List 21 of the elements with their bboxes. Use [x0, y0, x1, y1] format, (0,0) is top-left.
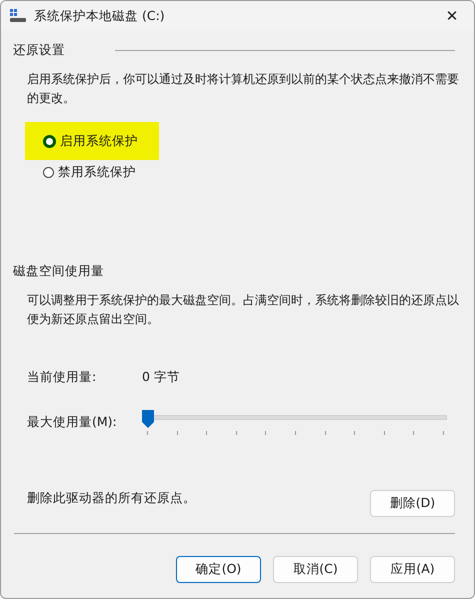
radio-button[interactable]	[43, 167, 54, 178]
window-title: 系统保护本地磁盘 (C:)	[34, 8, 166, 24]
field-label: 最大使用量(M):	[27, 414, 118, 431]
radio-button[interactable]	[43, 134, 56, 148]
radio-option[interactable]: 禁用系统保护	[43, 164, 136, 181]
dialog-button[interactable]: 确定(O)	[176, 556, 261, 583]
section-heading: 磁盘空间使用量	[13, 262, 105, 280]
radio-option[interactable]: 启用系统保护	[43, 132, 138, 150]
delete-button[interactable]: 删除(D)	[370, 490, 455, 517]
section-heading: 还原设置	[13, 42, 66, 58]
drive-icon	[10, 9, 26, 23]
close-button[interactable]: ✕	[430, 1, 474, 31]
field-label: 当前使用量:	[27, 369, 98, 386]
usage-slider[interactable]	[142, 410, 447, 438]
description-text: 可以调整用于系统保护的最大磁盘空间。占满空间时，系统将删除较旧的还原点以便为新还原点留出空间。	[27, 292, 459, 328]
description-text: 启用系统保护后，你可以通过及时将计算机还原到以前的某个状态点来撤消不需要的更改。	[27, 71, 459, 107]
usage-value: 0 字节	[142, 369, 180, 386]
dialog-button[interactable]: 应用(A)	[370, 556, 455, 583]
slider-thumb[interactable]	[142, 410, 154, 428]
delete-description: 删除此驱动器的所有还原点。	[27, 490, 196, 507]
dialog-button[interactable]: 取消(C)	[273, 556, 358, 583]
